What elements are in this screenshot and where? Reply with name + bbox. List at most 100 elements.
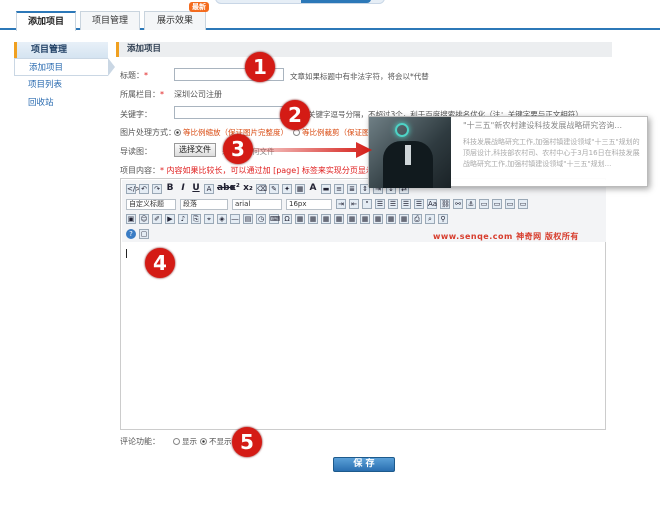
column-label: 所属栏目：* bbox=[120, 90, 164, 99]
marker-3: 3 bbox=[223, 134, 253, 164]
time-icon[interactable]: ◷ bbox=[256, 214, 266, 224]
emoticon-icon[interactable]: ☺ bbox=[139, 214, 149, 224]
ltr-icon[interactable]: ⇥ bbox=[336, 199, 346, 209]
italic-icon[interactable]: I bbox=[178, 184, 188, 194]
preview-icon[interactable]: ⌕ bbox=[425, 214, 435, 224]
video-icon[interactable]: ▶ bbox=[165, 214, 175, 224]
help-icon[interactable]: ? bbox=[126, 229, 136, 239]
paragraph-select[interactable]: 段落 bbox=[180, 198, 228, 210]
bold-icon[interactable]: B bbox=[165, 184, 175, 194]
attachment-icon[interactable]: ⎘ bbox=[191, 214, 201, 224]
tab-display-effect[interactable]: 展示效果 最新 bbox=[144, 2, 209, 30]
align-left-icon[interactable]: ☰ bbox=[375, 199, 385, 209]
insert-col-icon[interactable]: ▦ bbox=[347, 214, 357, 224]
eraser-icon[interactable]: ⌫ bbox=[256, 184, 267, 194]
font-select[interactable]: arial bbox=[232, 198, 282, 210]
radio-icon bbox=[173, 438, 180, 445]
font-size-select[interactable]: 16px bbox=[286, 198, 332, 210]
special-char-icon[interactable]: Ω bbox=[282, 214, 292, 224]
anchor-icon[interactable]: ⚓ bbox=[466, 199, 476, 209]
image-mode-option-crop[interactable]: 等比例裁剪（保证图 bbox=[293, 127, 370, 138]
image-align-icon[interactable]: ▭ bbox=[479, 199, 489, 209]
article-preview-card[interactable]: "十三五"新农村建设科技发展战略研究咨询... 科技发展战略研究工作,加强村镇建… bbox=[368, 116, 648, 188]
merge-cells-icon[interactable]: ▦ bbox=[386, 214, 396, 224]
sidebar-item-project-list[interactable]: 项目列表 bbox=[14, 76, 108, 94]
marker-4: 4 bbox=[145, 248, 175, 278]
music-icon[interactable]: ♪ bbox=[178, 214, 188, 224]
choose-file-button[interactable]: 选择文件 bbox=[174, 143, 216, 157]
insert-table-icon[interactable]: ▦ bbox=[308, 214, 318, 224]
marker-2: 2 bbox=[280, 100, 310, 130]
horizontal-rule-icon[interactable]: ― bbox=[230, 214, 240, 224]
title-note: 文章如果标题中有非法字符，将会以*代替 bbox=[290, 72, 429, 81]
guide-image-label: 导读图： bbox=[120, 147, 152, 156]
tab-project-management[interactable]: 项目管理 bbox=[80, 11, 140, 30]
list-ordered-icon[interactable]: ≡ bbox=[334, 184, 344, 194]
preview-text: 科技发展战略研究工作,加强村镇建设领域"十三五"规划的顶层设计,科技部农村司、农… bbox=[463, 138, 640, 168]
delete-row-icon[interactable]: ▦ bbox=[360, 214, 370, 224]
delete-table-icon[interactable]: ▦ bbox=[321, 214, 331, 224]
code-icon[interactable]: ⌨ bbox=[269, 214, 280, 224]
marker-1: 1 bbox=[245, 52, 275, 82]
print-icon[interactable]: ⎙ bbox=[412, 214, 422, 224]
date-icon[interactable]: ▤ bbox=[243, 214, 253, 224]
text-cursor bbox=[126, 249, 127, 258]
image-icon[interactable]: ▣ bbox=[126, 214, 136, 224]
subscript-icon[interactable]: x₂ bbox=[243, 184, 253, 194]
image-float-icon[interactable]: ▭ bbox=[492, 199, 502, 209]
toolbar-row-4: ? ▢ bbox=[126, 228, 152, 240]
scrawl-icon[interactable]: ✐ bbox=[152, 214, 162, 224]
insert-row-icon[interactable]: ▦ bbox=[334, 214, 344, 224]
align-center-icon[interactable]: ☰ bbox=[388, 199, 398, 209]
format-select[interactable]: 自定义标题 bbox=[126, 198, 176, 210]
superscript-icon[interactable]: x² bbox=[230, 184, 240, 194]
sidebar-item-recycle-bin[interactable]: 回收站 bbox=[14, 94, 108, 112]
map-icon[interactable]: ⌖ bbox=[204, 214, 214, 224]
comment-hide-option[interactable]: 不显示 bbox=[200, 436, 232, 447]
comment-label: 评论功能： bbox=[120, 437, 160, 446]
case-icon[interactable]: Aa bbox=[427, 199, 437, 209]
keyword-input[interactable] bbox=[174, 106, 284, 119]
top-tab-bar: 添加项目 项目管理 展示效果 最新 bbox=[0, 0, 660, 31]
highlight-icon[interactable]: ▬ bbox=[321, 184, 331, 194]
delete-col-icon[interactable]: ▦ bbox=[373, 214, 383, 224]
sidebar: 项目管理 添加项目 项目列表 回收站 bbox=[14, 42, 115, 112]
comment-show-option[interactable]: 显示 bbox=[173, 436, 197, 447]
list-unordered-icon[interactable]: ≣ bbox=[347, 184, 357, 194]
border-icon[interactable]: A bbox=[204, 184, 214, 194]
unlink-icon[interactable]: ⚯ bbox=[453, 199, 463, 209]
search-replace-icon[interactable]: ⚲ bbox=[438, 214, 448, 224]
editor-watermark: www.senqe.com 神奇网 版权所有 bbox=[433, 232, 579, 241]
image-right-icon[interactable]: ▭ bbox=[518, 199, 528, 209]
red-arrow-icon bbox=[252, 142, 372, 158]
align-right-icon[interactable]: ☰ bbox=[401, 199, 411, 209]
html-icon[interactable]: </> bbox=[126, 184, 141, 194]
tab-label: 添加项目 bbox=[27, 17, 64, 27]
tab-add-project[interactable]: 添加项目 bbox=[16, 11, 76, 31]
rtl-icon[interactable]: ⇤ bbox=[349, 199, 359, 209]
font-color-icon[interactable]: A bbox=[308, 184, 318, 194]
image-center-icon[interactable]: ▭ bbox=[505, 199, 515, 209]
top-decoration bbox=[215, 0, 385, 4]
preview-title: "十三五"新农村建设科技发展战略研究咨询... bbox=[463, 121, 622, 130]
section-title: 添加项目 bbox=[116, 42, 612, 57]
radio-icon bbox=[200, 438, 207, 445]
split-cells-icon[interactable]: ▦ bbox=[399, 214, 409, 224]
redo-icon[interactable]: ↷ bbox=[152, 184, 162, 194]
strike-icon[interactable]: abc bbox=[217, 184, 235, 194]
template-icon[interactable]: ▦ bbox=[295, 214, 305, 224]
save-button[interactable]: 保 存 bbox=[333, 457, 395, 472]
image-mode-label: 图片处理方式： bbox=[120, 128, 176, 137]
sidebar-item-add-project[interactable]: 添加项目 bbox=[14, 58, 115, 76]
brush-icon[interactable]: ✎ bbox=[269, 184, 279, 194]
fullscreen-icon[interactable]: ▢ bbox=[139, 229, 149, 239]
rich-text-editor[interactable]: </> ↶ ↷ B I U A abc x² x₂ ⌫ ✎ ✦ ▦ A ▬ ≡ … bbox=[120, 178, 606, 430]
align-justify-icon[interactable]: ☰ bbox=[414, 199, 424, 209]
gmap-icon[interactable]: ◈ bbox=[217, 214, 227, 224]
table-icon[interactable]: ▦ bbox=[295, 184, 305, 194]
link-icon[interactable]: ⛓ bbox=[440, 199, 450, 209]
undo-icon[interactable]: ↶ bbox=[139, 184, 149, 194]
underline-icon[interactable]: U bbox=[191, 184, 201, 194]
quote-icon[interactable]: " bbox=[362, 199, 372, 209]
paint-icon[interactable]: ✦ bbox=[282, 184, 292, 194]
